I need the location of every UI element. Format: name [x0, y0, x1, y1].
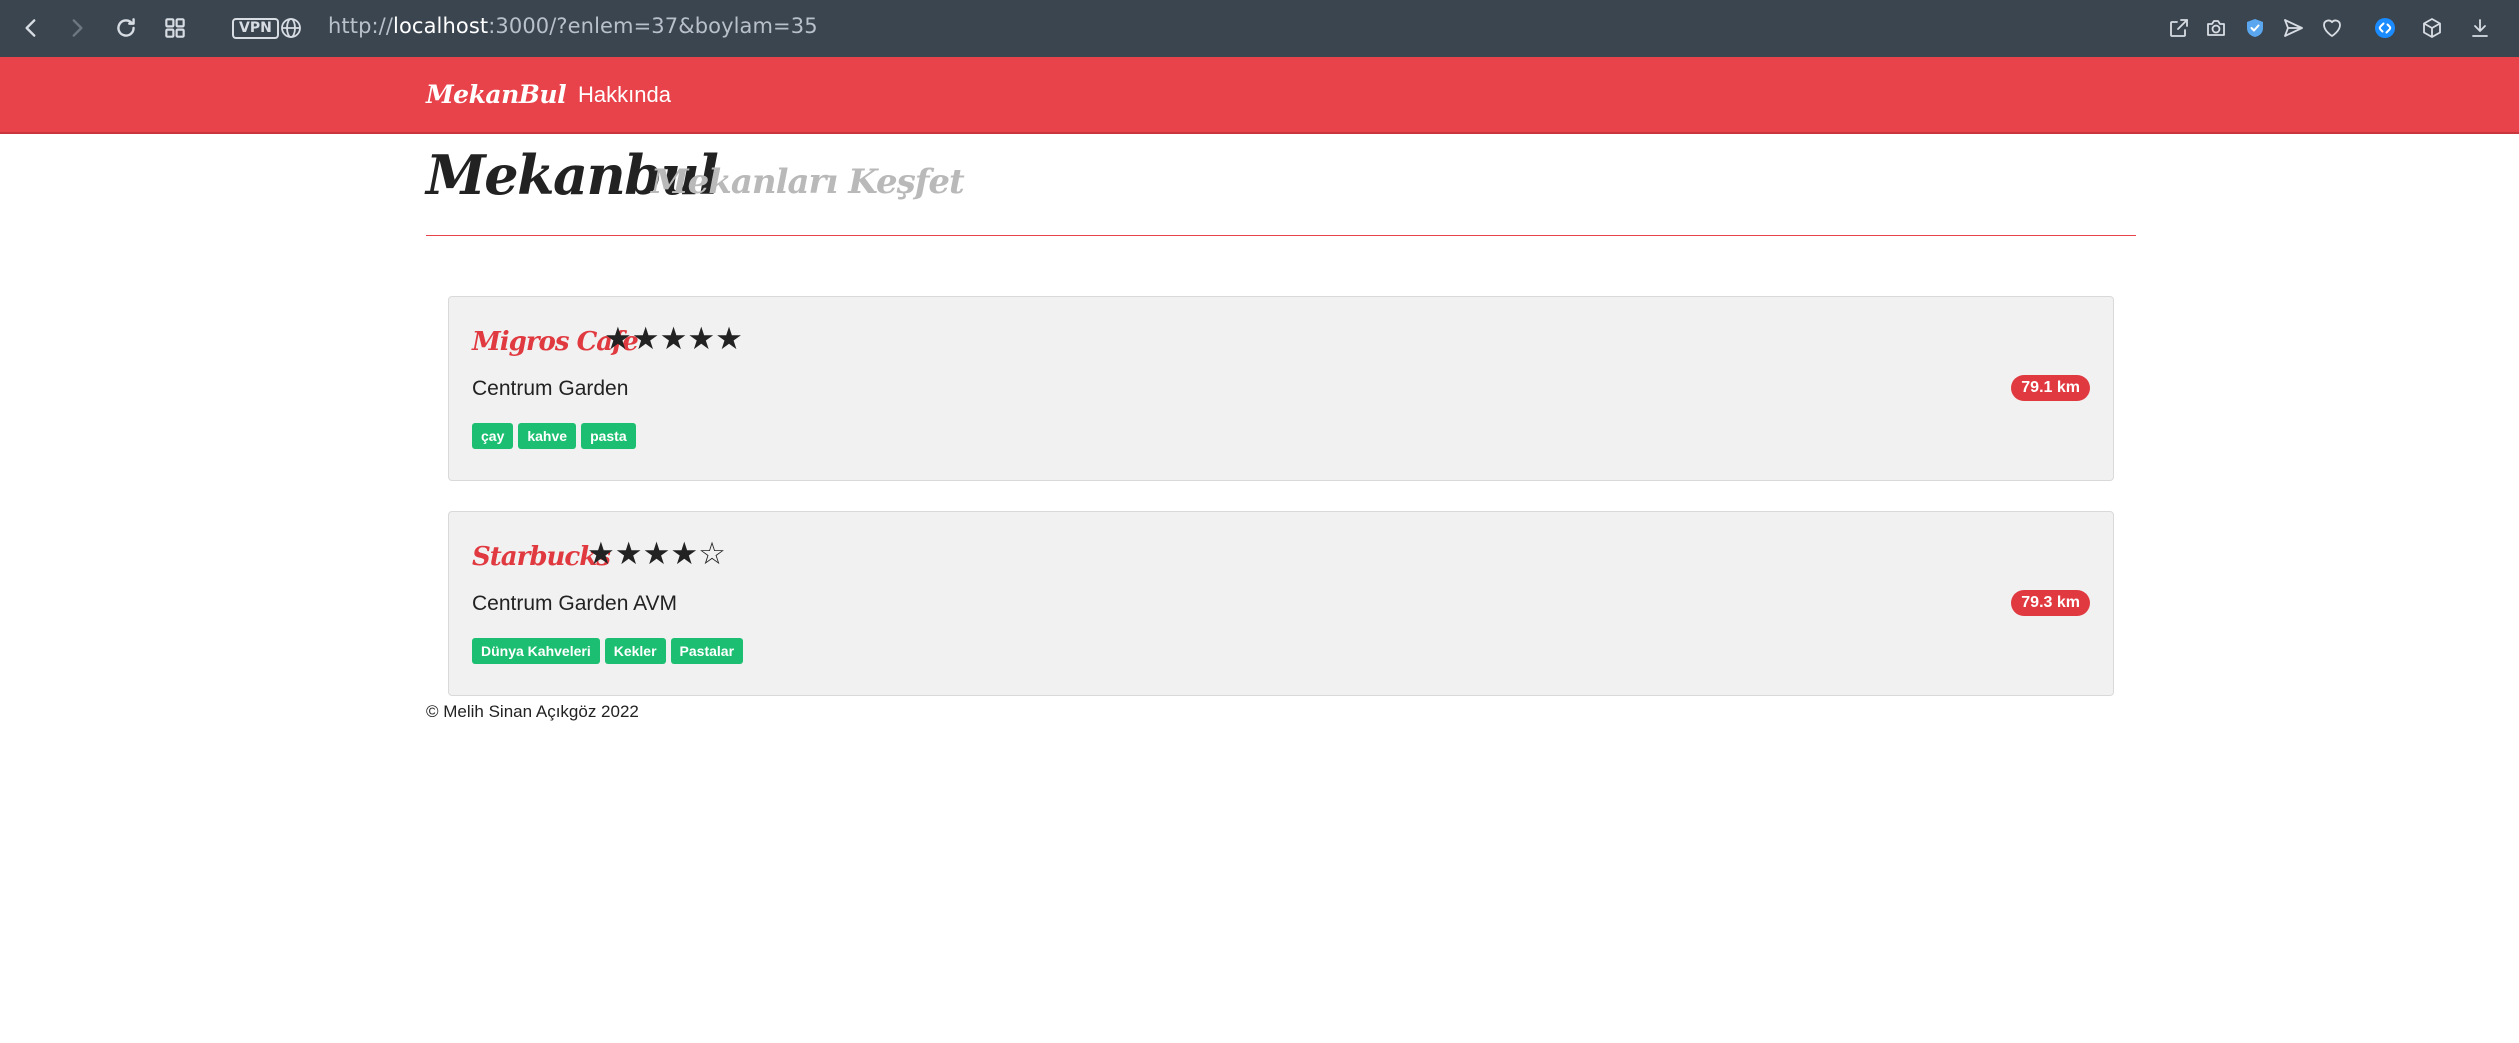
- place-card: Migros Cafe ★★★★★ Centrum Garden 79.1 km…: [448, 296, 2114, 481]
- vpn-badge[interactable]: VPN: [232, 18, 279, 39]
- share-icon: [2170, 19, 2188, 37]
- send-button[interactable]: [2279, 14, 2307, 42]
- page-subtitle: Mekanları Keşfet: [651, 162, 965, 202]
- rating-stars: ★★★★☆: [587, 536, 726, 572]
- brand-logo[interactable]: MekanBul: [426, 80, 567, 109]
- tag[interactable]: Dünya Kahveleri: [472, 638, 600, 664]
- grid-icon: [165, 18, 185, 38]
- tag[interactable]: pasta: [581, 423, 636, 449]
- place-card: Starbucks ★★★★☆ Centrum Garden AVM 79.3 …: [448, 511, 2114, 696]
- rating-stars: ★★★★★: [604, 321, 743, 357]
- tag-list: çay kahve pasta: [472, 423, 636, 449]
- footer-copyright: © Melih Sinan Açıkgöz 2022: [426, 702, 639, 721]
- distance-badge: 79.3 km: [2011, 590, 2090, 616]
- cube-icon: [2423, 18, 2441, 38]
- url-path: :3000/?enlem=37&boylam=35: [488, 14, 818, 38]
- place-address: Centrum Garden AVM: [472, 592, 678, 615]
- shield-button[interactable]: [2241, 14, 2269, 42]
- downloads-button[interactable]: [2466, 14, 2494, 42]
- heart-icon: [2323, 19, 2341, 37]
- tag[interactable]: Pastalar: [670, 638, 744, 664]
- site-navbar: [0, 57, 2519, 134]
- tag-list: Dünya Kahveleri Kekler Pastalar: [472, 638, 744, 664]
- header-divider: [426, 235, 2136, 236]
- extensions-button[interactable]: [2418, 14, 2446, 42]
- download-icon: [2472, 19, 2488, 37]
- shield-icon: [2247, 19, 2263, 37]
- address-bar[interactable]: http://localhost:3000/?enlem=37&boylam=3…: [328, 14, 818, 38]
- shazam-icon: [2375, 18, 2395, 38]
- url-prefix: http://: [328, 14, 394, 38]
- send-icon: [2284, 19, 2303, 37]
- globe-icon: [281, 18, 301, 38]
- tabs-grid-button[interactable]: [157, 10, 193, 46]
- nav-link-about[interactable]: Hakkında: [578, 82, 671, 108]
- shazam-extension-button[interactable]: [2371, 14, 2399, 42]
- share-button[interactable]: [2165, 14, 2193, 42]
- reload-icon: [117, 18, 135, 37]
- url-host: localhost: [393, 14, 489, 38]
- camera-icon: [2207, 20, 2225, 36]
- distance-badge: 79.1 km: [2011, 375, 2090, 401]
- reload-button[interactable]: [108, 10, 144, 46]
- browser-toolbar: VPN http://localhost:3000/?enlem=37&boyl…: [0, 0, 2519, 57]
- tag[interactable]: kahve: [518, 423, 577, 449]
- favorites-button[interactable]: [2318, 14, 2346, 42]
- place-address: Centrum Garden: [472, 377, 629, 400]
- forward-button[interactable]: [59, 10, 95, 46]
- chevron-left-icon: [25, 19, 36, 37]
- tag[interactable]: çay: [472, 423, 514, 449]
- chevron-right-icon: [72, 19, 83, 37]
- screenshot-button[interactable]: [2202, 14, 2230, 42]
- back-button[interactable]: [13, 10, 49, 46]
- tag[interactable]: Kekler: [604, 638, 666, 664]
